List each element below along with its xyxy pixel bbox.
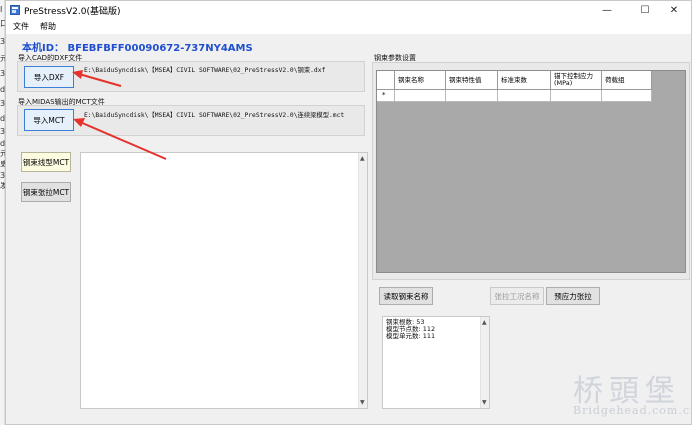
scroll-down-arrow[interactable]: ▼ bbox=[360, 399, 365, 406]
menu-help[interactable]: 帮助 bbox=[40, 21, 56, 32]
new-row-marker[interactable]: * bbox=[377, 90, 395, 102]
output-scrollbar[interactable]: ▲ ▼ bbox=[358, 153, 367, 408]
window-title: PreStressV2.0(基础版) bbox=[24, 7, 121, 17]
tension-case-name-button[interactable]: 张拉工况名称 bbox=[490, 287, 544, 305]
new-row-cell-stress[interactable] bbox=[551, 90, 602, 102]
col-header-load-group[interactable]: 荷载组 bbox=[602, 71, 652, 90]
col-header-property[interactable]: 钢束特性值 bbox=[446, 71, 498, 90]
scroll-up-arrow[interactable]: ▲ bbox=[360, 155, 365, 162]
menu-bar: 文件 帮助 bbox=[6, 19, 691, 34]
minimize-button[interactable]: — bbox=[590, 1, 624, 19]
cad-group-panel: 导入DXF E:\BaiduSyncdisk\【MSEA】CIVIL SOFTW… bbox=[17, 61, 365, 92]
midas-group-panel: 导入MCT E:\BaiduSyncdisk\【MSEA】CIVIL SOFTW… bbox=[17, 105, 365, 136]
dxf-path: E:\BaiduSyncdisk\【MSEA】CIVIL SOFTWARE\02… bbox=[84, 67, 326, 74]
new-row-cell-load-group[interactable] bbox=[602, 90, 652, 102]
new-row-cell-name[interactable] bbox=[395, 90, 446, 102]
menu-file[interactable]: 文件 bbox=[13, 21, 29, 32]
watermark-logo-en: Bridgehead.com.cn bbox=[573, 404, 692, 417]
col-header-stress[interactable]: 锚下控制应力(MPa) bbox=[551, 71, 602, 90]
machine-id: 本机ID： BFEBFBFF00090672-737NY4AMS bbox=[22, 43, 253, 54]
model-info-box[interactable]: 钢束根数: 53 模型节点数: 112 模型单元数: 111 ▲ ▼ bbox=[382, 316, 490, 409]
new-row-cell-count[interactable] bbox=[498, 90, 551, 102]
title-bar[interactable]: PreStressV2.0(基础版) — ☐ ✕ bbox=[6, 1, 691, 19]
col-header-count[interactable]: 标准束数 bbox=[498, 71, 551, 90]
import-mct-button[interactable]: 导入MCT bbox=[24, 109, 74, 131]
grid-corner-header bbox=[377, 71, 395, 90]
new-row-cell-property[interactable] bbox=[446, 90, 498, 102]
info-scrollbar[interactable]: ▲ ▼ bbox=[480, 317, 489, 408]
col-header-name[interactable]: 钢束名称 bbox=[395, 71, 446, 90]
output-textarea[interactable]: ▲ ▼ bbox=[80, 152, 368, 409]
prestress-tension-button[interactable]: 预应力张拉 bbox=[546, 287, 600, 305]
params-group-panel: 钢束名称 钢束特性值 标准束数 锚下控制应力(MPa) 荷载组 * bbox=[372, 62, 690, 280]
app-window: PreStressV2.0(基础版) — ☐ ✕ 文件 帮助 本机ID： BFE… bbox=[5, 0, 692, 425]
info-scroll-down-arrow[interactable]: ▼ bbox=[482, 399, 487, 406]
tendon-shape-mct-button[interactable]: 钢束线型MCT bbox=[21, 152, 71, 172]
info-element-count: 模型单元数: 111 bbox=[386, 332, 436, 340]
mct-path: E:\BaiduSyncdisk\【MSEA】CIVIL SOFTWARE\02… bbox=[84, 112, 345, 119]
close-button[interactable]: ✕ bbox=[657, 1, 691, 19]
tendon-tension-mct-button[interactable]: 钢束张拉MCT bbox=[21, 182, 71, 202]
params-grid[interactable]: 钢束名称 钢束特性值 标准束数 锚下控制应力(MPa) 荷载组 * bbox=[376, 70, 686, 273]
info-scroll-up-arrow[interactable]: ▲ bbox=[482, 319, 487, 326]
app-icon bbox=[10, 5, 20, 15]
import-dxf-button[interactable]: 导入DXF bbox=[24, 66, 74, 88]
read-tendon-names-button[interactable]: 读取钢束名称 bbox=[379, 287, 433, 305]
